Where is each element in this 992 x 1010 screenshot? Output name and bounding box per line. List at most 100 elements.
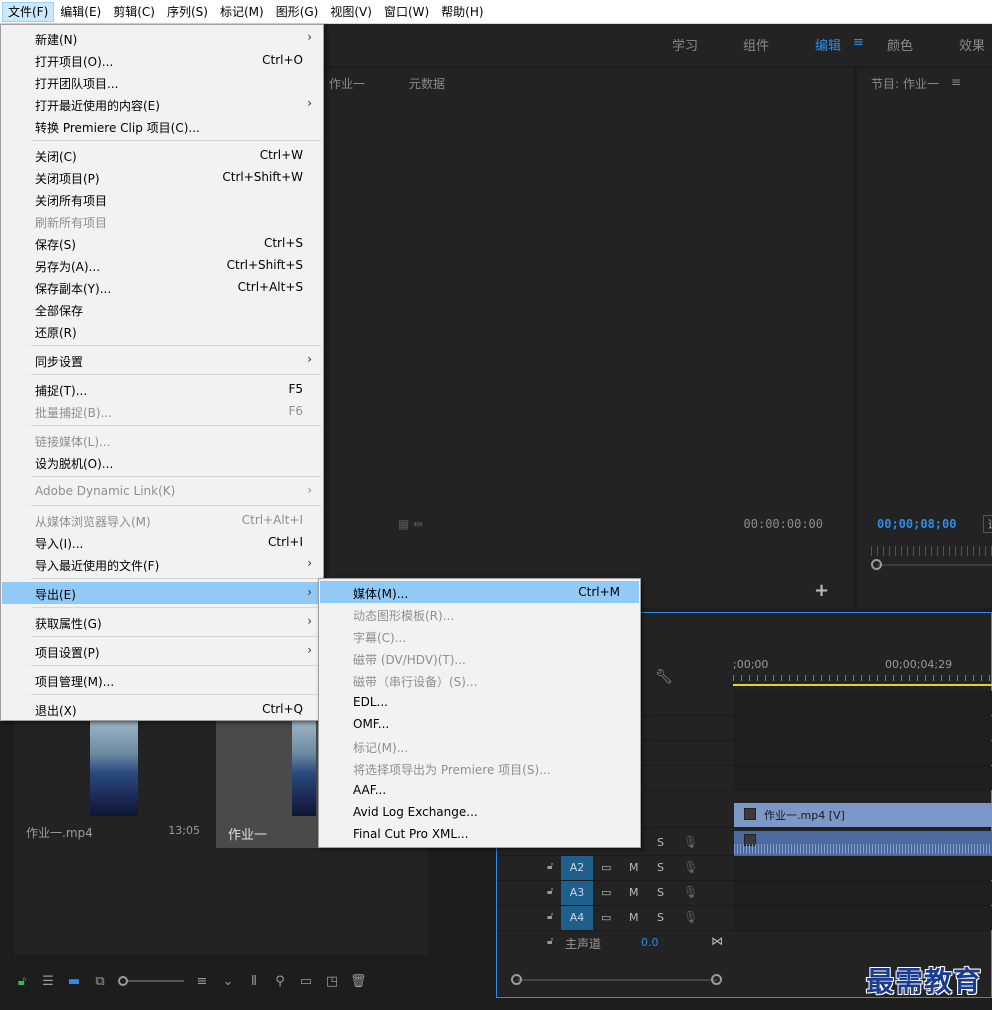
chevron-down-icon[interactable]: ⌄ <box>220 974 236 989</box>
fit-dropdown[interactable]: 适 <box>983 515 992 533</box>
workspace-menu-icon[interactable]: ≡ <box>853 35 864 50</box>
workspace-tab-learning[interactable]: 学习 <box>672 35 698 54</box>
program-title[interactable]: 节目: 作业一 <box>871 75 939 92</box>
mute-button[interactable]: M <box>629 861 639 874</box>
solo-button[interactable]: S <box>657 861 664 874</box>
menu-item-exit[interactable]: 退出(X) Ctrl+Q <box>2 698 322 720</box>
list-view-icon[interactable]: ☰ <box>40 974 56 989</box>
menu-item-import[interactable]: 导入(I)... Ctrl+I <box>2 531 322 553</box>
menu-item-export-captions[interactable]: 字幕(C)... <box>320 625 639 647</box>
menu-item-revert[interactable]: 还原(R) <box>2 320 322 342</box>
menu-item-export-aaf[interactable]: AAF... <box>320 779 639 801</box>
menu-help[interactable]: 帮助(H) <box>435 2 489 22</box>
menu-item-export-fcp-xml[interactable]: Final Cut Pro XML... <box>320 823 639 845</box>
lock-icon[interactable]: 🔓︎ <box>547 911 553 922</box>
menu-item-sync-settings[interactable]: 同步设置 › <box>2 349 322 371</box>
video-clip[interactable]: 作业一.mp4 [V] <box>734 803 992 827</box>
menu-item-close[interactable]: 关闭(C) Ctrl+W <box>2 144 322 166</box>
solo-button[interactable]: S <box>657 836 664 849</box>
wrench-icon[interactable]: 🔧︎ <box>655 669 673 685</box>
source-tab-metadata[interactable]: 元数据 <box>409 75 445 92</box>
new-bin-icon[interactable]: ▭ <box>298 974 314 989</box>
mic-icon[interactable]: 🎙︎ <box>683 835 698 849</box>
menu-item-link-media[interactable]: 链接媒体(L)... <box>2 429 322 451</box>
menu-item-export-mogrt[interactable]: 动态图形模板(R)... <box>320 603 639 625</box>
sync-lock-icon[interactable]: ▭ <box>601 886 611 899</box>
menu-item-export-omf[interactable]: OMF... <box>320 713 639 735</box>
program-ruler[interactable] <box>871 546 992 556</box>
menu-item-open-project[interactable]: 打开项目(O)... Ctrl+O <box>2 49 322 71</box>
menu-item-batch-capture[interactable]: 批量捕捉(B)... F6 <box>2 400 322 422</box>
track-name[interactable]: A2 <box>561 856 593 880</box>
mute-button[interactable]: M <box>629 911 639 924</box>
workspace-tab-effects[interactable]: 效果 <box>959 35 985 54</box>
menu-item-close-project[interactable]: 关闭项目(P) Ctrl+Shift+W <box>2 166 322 188</box>
solo-button[interactable]: S <box>657 911 664 924</box>
menu-markers[interactable]: 标记(M) <box>214 2 270 22</box>
scroll-knob-icon[interactable] <box>511 974 522 985</box>
menu-item-import-media-browser[interactable]: 从媒体浏览器导入(M) Ctrl+Alt+I <box>2 509 322 531</box>
menu-file[interactable]: 文件(F) <box>2 1 55 22</box>
menu-item-import-recent[interactable]: 导入最近使用的文件(F) › <box>2 553 322 575</box>
menu-item-refresh-all[interactable]: 刷新所有项目 <box>2 210 322 232</box>
go-to-end-icon[interactable]: ⋈ <box>711 934 723 948</box>
automate-to-sequence-icon[interactable]: ⦀ <box>246 974 262 989</box>
lock-icon[interactable]: 🔓︎ <box>547 936 553 947</box>
menu-item-close-all[interactable]: 关闭所有项目 <box>2 188 322 210</box>
workspace-tab-color[interactable]: 颜色 <box>887 35 913 54</box>
program-menu-icon[interactable]: ≡ <box>951 75 961 89</box>
menu-item-open-recent[interactable]: 打开最近使用的内容(E) › <box>2 93 322 115</box>
menu-item-capture[interactable]: 捕捉(T)... F5 <box>2 378 322 400</box>
sort-icon[interactable]: ≡ <box>194 974 210 989</box>
mic-icon[interactable]: 🎙︎ <box>683 860 698 874</box>
menu-sequence[interactable]: 序列(S) <box>161 2 214 22</box>
freeform-view-icon[interactable]: ⧉ <box>92 974 108 989</box>
menu-item-export-ale[interactable]: Avid Log Exchange... <box>320 801 639 823</box>
workspace-tab-assembly[interactable]: 组件 <box>743 35 769 54</box>
mute-button[interactable]: M <box>629 886 639 899</box>
sync-lock-icon[interactable]: ▭ <box>601 861 611 874</box>
menu-item-dynamic-link[interactable]: Adobe Dynamic Link(K) › <box>2 480 322 502</box>
track-name[interactable]: A3 <box>561 881 593 905</box>
menu-item-export[interactable]: 导出(E) › <box>2 582 322 604</box>
menu-window[interactable]: 窗口(W) <box>378 2 435 22</box>
lock-icon[interactable]: 🔓︎ <box>547 861 553 872</box>
menu-item-export-markers[interactable]: 标记(M)... <box>320 735 639 757</box>
timeline-scrollbar[interactable] <box>511 974 722 986</box>
menu-item-export-tape-serial[interactable]: 磁带（串行设备）(S)... <box>320 669 639 691</box>
menu-item-convert-clip[interactable]: 转换 Premiere Clip 项目(C)... <box>2 115 322 137</box>
program-zoom-scrollbar[interactable] <box>871 559 992 571</box>
menu-item-make-offline[interactable]: 设为脱机(O)... <box>2 451 322 473</box>
source-tab-clip[interactable]: 作业一 <box>329 75 365 92</box>
menu-item-export-tape-dv[interactable]: 磁带 (DV/HDV)(T)... <box>320 647 639 669</box>
timeline-ruler[interactable]: ;00;00 00;00;04;29 <box>733 653 992 687</box>
menu-item-new[interactable]: 新建(N) › <box>2 27 322 49</box>
master-volume-value[interactable]: 0.0 <box>641 936 659 949</box>
scroll-knob-icon[interactable] <box>871 559 882 570</box>
thumbnail-zoom-slider[interactable] <box>118 975 184 987</box>
lock-icon[interactable]: 🔓︎ <box>547 886 553 897</box>
menu-edit[interactable]: 编辑(E) <box>54 2 107 22</box>
menu-clip[interactable]: 剪辑(C) <box>107 2 161 22</box>
workspace-tab-editing[interactable]: 编辑 <box>815 35 841 54</box>
mic-icon[interactable]: 🎙︎ <box>683 910 698 924</box>
menu-view[interactable]: 视图(V) <box>324 2 378 22</box>
menu-item-project-manager[interactable]: 项目管理(M)... <box>2 669 322 691</box>
new-item-icon[interactable]: ◳ <box>324 974 340 989</box>
track-name[interactable]: A4 <box>561 906 593 930</box>
mic-icon[interactable]: 🎙︎ <box>683 885 698 899</box>
menu-item-save-copy[interactable]: 保存副本(Y)... Ctrl+Alt+S <box>2 276 322 298</box>
bin-item-clip[interactable]: 作业一.mp4 13;05 <box>14 720 214 848</box>
menu-item-open-team-project[interactable]: 打开团队项目... <box>2 71 322 93</box>
search-icon[interactable]: ⚲ <box>272 974 288 989</box>
menu-graphics[interactable]: 图形(G) <box>270 2 325 22</box>
sync-lock-icon[interactable]: ▭ <box>601 911 611 924</box>
program-timecode[interactable]: 00;00;08;00 <box>877 517 956 531</box>
menu-item-save-all[interactable]: 全部保存 <box>2 298 322 320</box>
menu-item-export-media[interactable]: 媒体(M)... Ctrl+M <box>320 581 639 603</box>
menu-item-get-properties[interactable]: 获取属性(G) › <box>2 611 322 633</box>
audio-clip[interactable] <box>734 831 992 856</box>
add-button-plus-icon[interactable]: + <box>814 580 829 601</box>
trash-icon[interactable]: 🗑︎ <box>350 974 367 989</box>
work-area-bar[interactable] <box>733 684 992 686</box>
